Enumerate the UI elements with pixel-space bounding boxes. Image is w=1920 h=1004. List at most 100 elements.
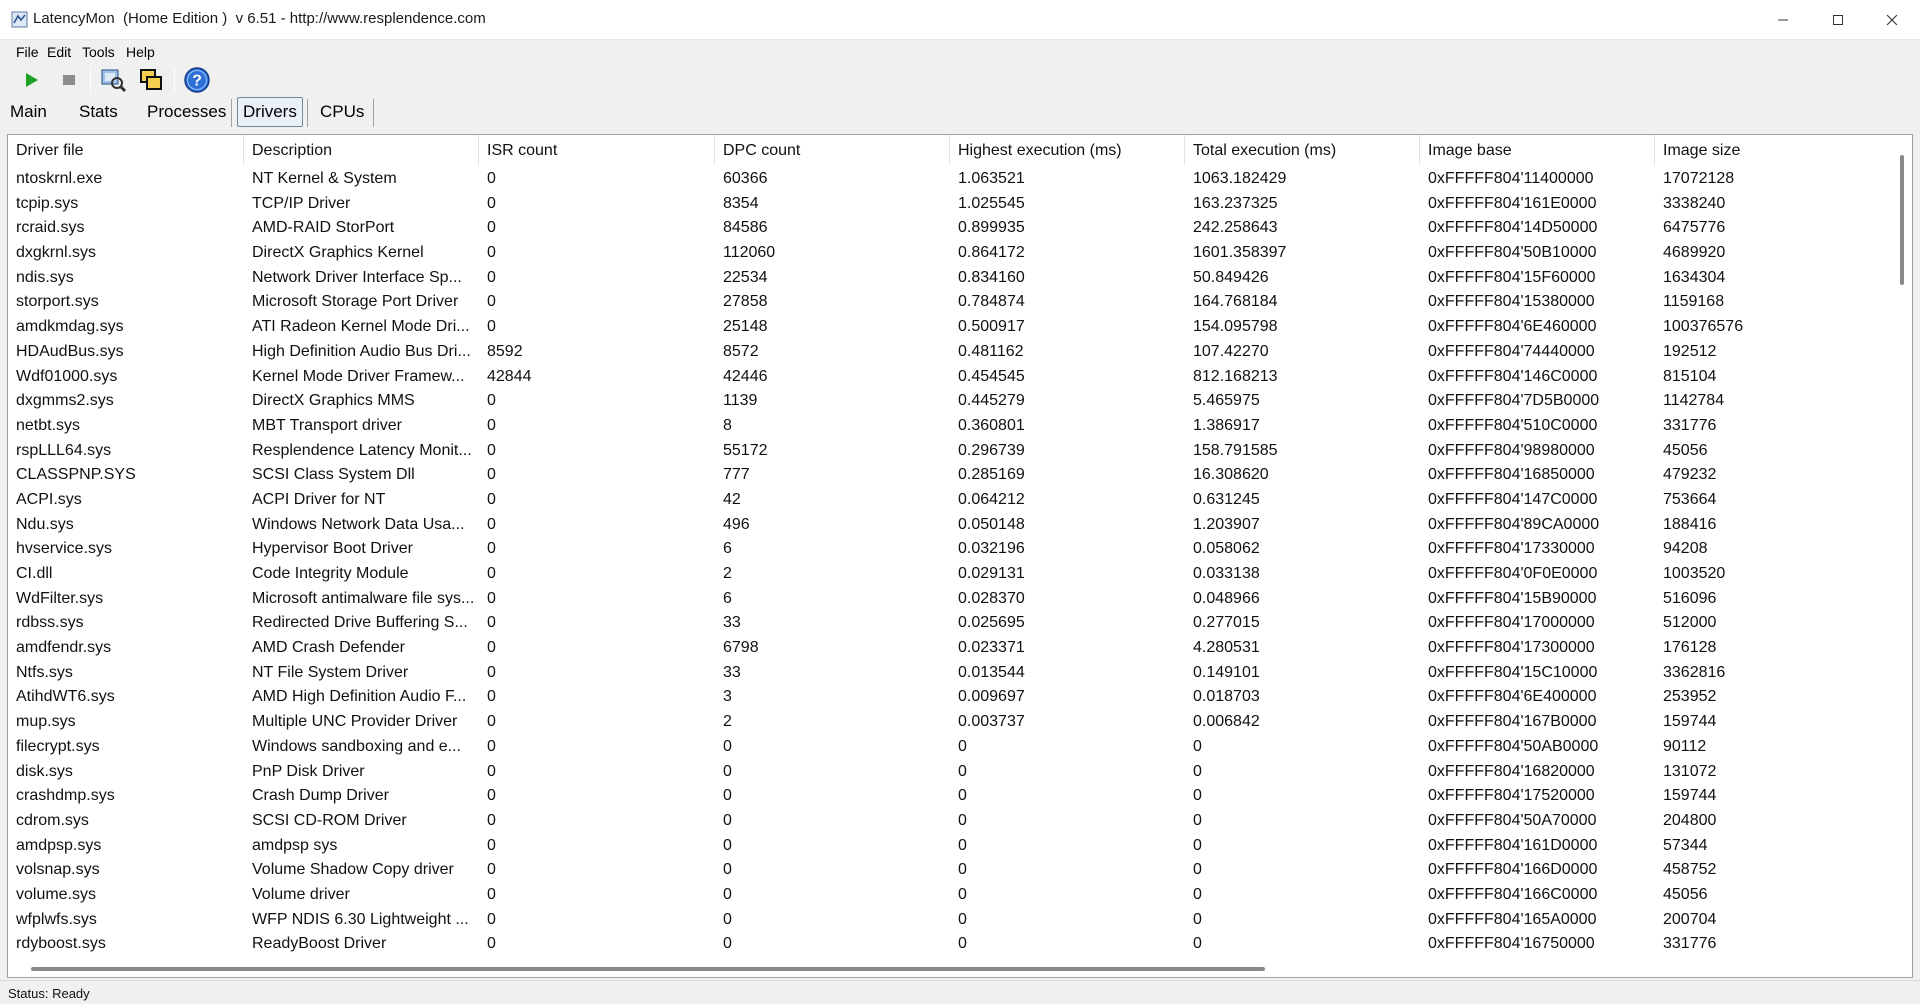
maximize-button[interactable] (1810, 0, 1866, 40)
table-row[interactable]: amdpsp.sys amdpsp sys 0 0 0 0 0xFFFFF804'161D0… (8, 834, 1892, 859)
cell-isr-count: 0 (487, 639, 496, 657)
table-row[interactable]: amdkmdag.sys ATI Radeon Kernel Mode Dri..… (8, 315, 1892, 340)
cell-image-size: 45056 (1663, 885, 1708, 903)
table-row[interactable]: hvservice.sys Hypervisor Boot Driver 0 6 0.0… (8, 537, 1892, 562)
cell-total-execution: 0 (1193, 787, 1202, 805)
table-row[interactable]: dxgkrnl.sys DirectX Graphics Kernel 0 11206… (8, 241, 1892, 266)
tab-processes[interactable]: Processes (141, 97, 232, 127)
column-header-dpc-count[interactable]: DPC count (715, 135, 950, 165)
table-row[interactable]: cdrom.sys SCSI CD-ROM Driver 0 0 0 0 0xFFFFF80… (8, 809, 1892, 834)
minimize-button[interactable] (1755, 0, 1811, 40)
table-row[interactable]: Ntfs.sys NT File System Driver 0 33 0.013544… (8, 661, 1892, 686)
table-row[interactable]: storport.sys Microsoft Storage Port Drive… (8, 290, 1892, 315)
cell-image-base: 0xFFFFF804'16750000 (1428, 935, 1595, 953)
cell-highest-execution: 0.032196 (958, 540, 1025, 558)
cell-highest-execution: 0.050148 (958, 515, 1025, 533)
cell-highest-execution: 0.029131 (958, 565, 1025, 582)
cell-highest-execution: 0.864172 (958, 244, 1025, 262)
table-row[interactable]: ndis.sys Network Driver Interface Sp... 0 2… (8, 266, 1892, 291)
table-row[interactable]: CI.dll Code Integrity Module 0 2 0.029131 0.0… (8, 562, 1892, 587)
table-row[interactable]: CLASSPNP.SYS SCSI Class System Dll 0 777 0.2… (8, 463, 1892, 488)
column-header-description[interactable]: Description (244, 135, 479, 165)
find-driver-button[interactable] (98, 64, 128, 96)
table-row[interactable]: rcraid.sys AMD-RAID StorPort 0 84586 0.89993… (8, 216, 1892, 241)
table-row[interactable]: WdFilter.sys Microsoft antimalware file s… (8, 587, 1892, 612)
table-row[interactable]: ACPI.sys ACPI Driver for NT 0 42 0.064212 0.6… (8, 488, 1892, 513)
vertical-scrollbar-thumb[interactable] (1900, 155, 1904, 285)
cell-total-execution: 0 (1193, 861, 1202, 879)
table-row[interactable]: ntoskrnl.exe NT Kernel & System 0 60366 1.06… (8, 167, 1892, 192)
cell-isr-count: 0 (487, 170, 496, 187)
table-row[interactable]: mup.sys Multiple UNC Provider Driver 0 2 0.0… (8, 710, 1892, 735)
table-row[interactable]: rdyboost.sys ReadyBoost Driver 0 0 0 0 0xFFFFF… (8, 932, 1892, 957)
column-header-isr-count[interactable]: ISR count (479, 135, 715, 165)
column-header-highest-execution[interactable]: Highest execution (ms) (950, 135, 1185, 165)
stop-button[interactable] (56, 64, 82, 96)
cell-total-execution: 0 (1193, 885, 1202, 903)
cell-description: Windows Network Data Usa... (252, 515, 465, 533)
help-button[interactable]: ? (181, 64, 213, 96)
menu-help[interactable]: Help (126, 44, 155, 60)
cell-description: Network Driver Interface Sp... (252, 268, 462, 286)
table-row[interactable]: volume.sys Volume driver 0 0 0 0 0xFFFFF804'16… (8, 883, 1892, 908)
cell-image-base: 0xFFFFF804'15B90000 (1428, 589, 1597, 607)
table-row[interactable]: HDAudBus.sys High Definition Audio Bus Dr… (8, 340, 1892, 365)
cell-image-size: 253952 (1663, 688, 1717, 706)
cell-highest-execution: 0 (958, 787, 967, 805)
cell-image-size: 3338240 (1663, 194, 1726, 212)
cell-isr-count: 0 (487, 787, 496, 805)
cell-image-size: 45056 (1663, 441, 1708, 459)
cell-driver-file: volsnap.sys (16, 861, 100, 879)
table-row[interactable]: netbt.sys MBT Transport driver 0 8 0.360801 1… (8, 414, 1892, 439)
cell-image-base: 0xFFFFF804'146C0000 (1428, 367, 1598, 385)
close-button[interactable] (1864, 0, 1920, 40)
windows-button[interactable] (136, 64, 166, 96)
drivers-table: Driver file Description ISR count DPC co… (7, 134, 1913, 978)
table-row[interactable]: amdfendr.sys AMD Crash Defender 0 6798 0.023… (8, 636, 1892, 661)
cell-highest-execution: 0.296739 (958, 441, 1025, 459)
cell-isr-count: 0 (487, 861, 496, 879)
cell-image-size: 159744 (1663, 713, 1717, 731)
table-row[interactable]: dxgmms2.sys DirectX Graphics MMS 0 1139 0.44… (8, 389, 1892, 414)
menu-tools[interactable]: Tools (82, 44, 115, 60)
horizontal-scrollbar-thumb[interactable] (31, 967, 1265, 971)
menu-file[interactable]: File (16, 44, 39, 60)
cell-highest-execution: 0.360801 (958, 416, 1025, 434)
table-row[interactable]: wfplwfs.sys WFP NDIS 6.30 Lightweight ...… (8, 908, 1892, 933)
menu-edit[interactable]: Edit (47, 44, 71, 60)
table-row[interactable]: rdbss.sys Redirected Drive Buffering S...… (8, 611, 1892, 636)
cell-total-execution: 0 (1193, 737, 1202, 755)
cell-total-execution: 4.280531 (1193, 639, 1260, 657)
tab-stats[interactable]: Stats (73, 97, 124, 127)
cell-total-execution: 16.308620 (1193, 466, 1269, 484)
table-row[interactable]: tcpip.sys TCP/IP Driver 0 8354 1.025545 163.2… (8, 192, 1892, 217)
column-header-driver-file[interactable]: Driver file (8, 135, 244, 165)
cell-image-size: 479232 (1663, 466, 1717, 484)
vertical-scrollbar[interactable] (1893, 155, 1911, 977)
table-row[interactable]: AtihdWT6.sys AMD High Definition Audio F.… (8, 685, 1892, 710)
horizontal-scrollbar[interactable] (8, 962, 1892, 976)
cell-image-base: 0xFFFFF804'50B10000 (1428, 244, 1597, 262)
cell-description: Code Integrity Module (252, 565, 409, 582)
column-header-total-execution[interactable]: Total execution (ms) (1185, 135, 1420, 165)
column-header-image-size[interactable]: Image size (1655, 135, 1892, 165)
column-header-image-base[interactable]: Image base (1420, 135, 1655, 165)
cell-highest-execution: 0.023371 (958, 639, 1025, 657)
table-row[interactable]: disk.sys PnP Disk Driver 0 0 0 0 0xFFFFF804'16… (8, 760, 1892, 785)
table-row[interactable]: Wdf01000.sys Kernel Mode Driver Framew...… (8, 365, 1892, 390)
cell-isr-count: 0 (487, 318, 496, 336)
tab-cpus[interactable]: CPUs (314, 97, 370, 127)
table-row[interactable]: crashdmp.sys Crash Dump Driver 0 0 0 0 0xFFFFF… (8, 784, 1892, 809)
cell-description: Microsoft antimalware file sys... (252, 589, 475, 607)
cell-description: DirectX Graphics MMS (252, 392, 415, 410)
tab-main[interactable]: Main (4, 97, 53, 127)
tab-drivers[interactable]: Drivers (237, 97, 303, 127)
start-button[interactable] (18, 64, 44, 96)
close-icon (1886, 14, 1898, 26)
table-row[interactable]: Ndu.sys Windows Network Data Usa... 0 496 0.… (8, 513, 1892, 538)
table-row[interactable]: volsnap.sys Volume Shadow Copy driver 0 0 0 0… (8, 858, 1892, 883)
cell-driver-file: rdyboost.sys (16, 935, 106, 953)
table-row[interactable]: rspLLL64.sys Resplendence Latency Monit..… (8, 439, 1892, 464)
cell-isr-count: 0 (487, 565, 496, 582)
table-row[interactable]: filecrypt.sys Windows sandboxing and e...… (8, 735, 1892, 760)
